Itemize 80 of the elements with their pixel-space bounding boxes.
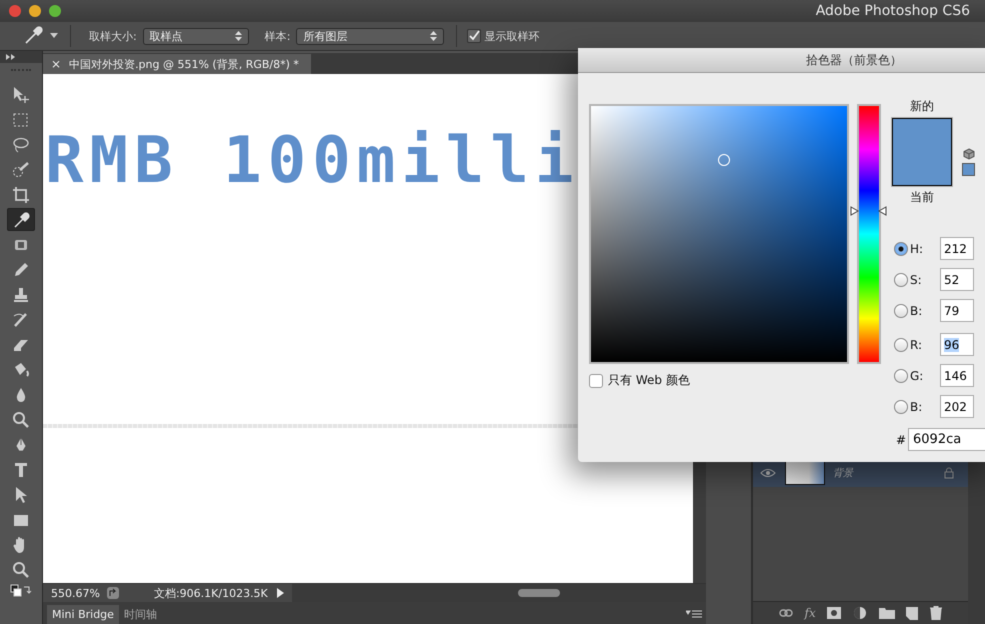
hex-input-field[interactable]: 6092ca [908,428,985,451]
eye-icon[interactable] [760,468,776,478]
input-field[interactable]: 202 [940,395,974,418]
sample-label: 样本: [264,28,290,44]
zoom-icon [12,410,30,428]
paint-bucket-icon [12,360,30,378]
color-swatch [892,118,952,186]
web-colors-checkbox[interactable]: 只有 Web 颜色 [589,372,849,389]
color-marker[interactable] [718,154,730,166]
type-icon [12,460,30,478]
radio-button[interactable] [894,400,908,414]
window-title: Adobe Photoshop CS6 [816,3,970,19]
pixelated-text: RMB 100milli [45,124,580,198]
color-swatches-icon[interactable] [10,584,32,598]
radio-button[interactable] [894,242,908,256]
document-tab[interactable]: × 中国对外投资.png @ 551% (背景, RGB/8*) * [43,54,311,74]
dialog-title: 拾色器（前景色） [806,52,902,68]
mask-icon[interactable] [827,607,842,619]
new-label: 新的 [910,98,934,115]
layer-thumbnail [785,461,825,485]
close-tab-button[interactable]: × [51,57,62,71]
input-field[interactable]: 146 [940,364,974,387]
hex-label: # [895,432,908,446]
input-field[interactable]: 212 [940,237,974,260]
layer-style-button[interactable]: fx [804,606,816,620]
input-field[interactable]: 79 [940,299,974,322]
lasso-icon [12,136,30,154]
panel-tab[interactable]: 时间轴 [118,605,162,624]
current-label: 当前 [910,189,934,206]
cube-icon[interactable] [962,148,974,160]
channel-label: S: [909,272,923,286]
tool-button[interactable] [7,208,35,231]
panel-menu-icon[interactable] [686,609,702,619]
move-icon [12,86,30,104]
new-layer-icon[interactable] [906,606,918,620]
folder-icon[interactable] [878,607,895,619]
share-icon[interactable] [106,586,120,600]
hue-pointer-icon[interactable] [878,206,887,216]
scroll-thumb[interactable] [518,589,560,597]
link-icon[interactable] [778,608,793,618]
trash-icon[interactable] [930,606,942,620]
channel-label: G: [909,368,924,382]
channel-label: B: [909,304,924,318]
document-info: 文档:906.1K/1023.5K [154,586,268,600]
marquee-icon [12,110,30,128]
crop-icon [12,186,30,204]
checkmark-icon [468,30,480,42]
minimize-button[interactable] [29,5,41,17]
radio-button[interactable] [894,338,908,352]
history-brush-icon [12,310,30,328]
stamp-icon [12,286,30,304]
collapse-icon[interactable] [6,54,15,60]
sampling-ring-checkbox[interactable]: 显示取样环 [467,28,540,44]
panel-tab[interactable]: Mini Bridge [47,605,119,624]
layer-name: 背景 [833,466,855,480]
quick-select-icon [12,160,30,178]
hue-pointer-icon[interactable] [850,206,859,216]
adjustment-icon[interactable] [853,606,868,620]
channel-label: R: [909,338,924,352]
radio-button[interactable] [894,304,908,318]
channel-label: H: [909,242,924,256]
web-color-swatch[interactable] [962,163,975,176]
sample-select[interactable]: 所有图层 [296,28,444,44]
sample-size-label: 取样大小: [89,28,137,44]
radio-button[interactable] [894,368,908,382]
caret-icon[interactable] [50,33,58,39]
pencil-icon [12,260,30,278]
zoom-button[interactable] [49,5,61,17]
eyedropper-icon [12,210,30,228]
radio-button[interactable] [894,272,908,286]
zoom-level: 550.67% [51,586,100,600]
color-field[interactable] [589,104,849,364]
stepper-icon [430,31,438,41]
sample-size-select[interactable]: 取样点 [142,28,249,44]
stepper-icon [234,31,242,41]
channel-label: B: [909,400,924,414]
input-field[interactable]: 96 [940,333,974,356]
input-field[interactable]: 52 [940,268,974,291]
close-button[interactable] [9,5,21,17]
zoom-icon [12,560,30,578]
